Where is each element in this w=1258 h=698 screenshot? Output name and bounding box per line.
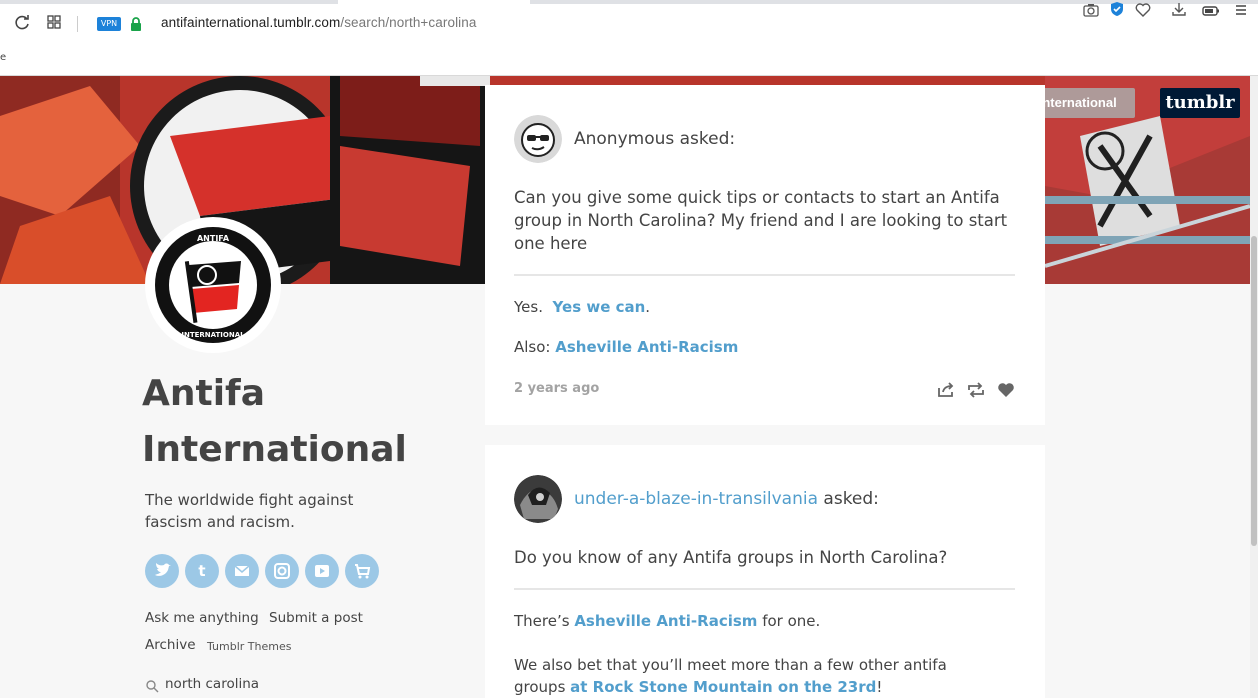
submit-link[interactable]: Submit a post [269,610,363,626]
answer-line: There’s Asheville Anti-Racism for one. [514,610,1019,632]
browser-toolbar: VPN antifainternational.tumblr.com/searc… [0,0,1258,76]
answer-line: We also bet that you’ll meet more than a… [514,654,984,698]
asker-avatar[interactable] [514,475,562,523]
tab-strip [0,0,1258,4]
cart-icon[interactable] [345,554,379,588]
blog-title-line1: Antifa [142,373,265,414]
bookmark-bar-fragment: e [0,52,7,63]
answer-line: Yes. Yes we can. [514,296,1019,318]
asker-row: under-a-blaze-in-transilvania asked: [514,475,1014,523]
archive-link[interactable]: Archive [145,637,196,653]
blog-title[interactable]: Antifa International [142,366,462,478]
page-scrollbar[interactable] [1250,76,1258,698]
post-footer: 2 years ago [514,379,1016,401]
asked-suffix: asked: [679,129,736,149]
menu-icon[interactable] [1230,0,1252,24]
anonymous-avatar [514,115,562,163]
url-path: /search/north+carolina [340,15,477,30]
answer-line: Also: Asheville Anti-Racism [514,336,1019,358]
question-text: Do you know of any Antifa groups in Nort… [514,548,948,567]
vpn-badge[interactable]: VPN [97,17,121,31]
answer-prefix: There’s [514,612,570,630]
tumblr-icon[interactable]: t [185,554,219,588]
like-icon[interactable] [995,379,1017,401]
answer-suffix: . [645,298,651,316]
answer-prefix: Yes. [514,298,543,316]
twitter-icon[interactable] [145,554,179,588]
post-card: under-a-blaze-in-transilvania asked: Do … [485,445,1045,698]
answer-prefix: Also: [514,338,551,356]
asker-name-link[interactable]: under-a-blaze-in-transilvania [574,489,818,509]
question-text: Can you give some quick tips or contacts… [514,188,1008,253]
youtube-icon[interactable] [305,554,339,588]
asker-label: under-a-blaze-in-transilvania asked: [574,489,879,509]
download-icon[interactable] [1168,0,1190,24]
instagram-icon[interactable] [265,554,299,588]
asked-suffix: asked: [823,489,879,509]
divider [514,274,1015,276]
search-icon [145,678,159,693]
tumblr-page: Follow antifainternational tumblr ANTIFA… [0,76,1258,698]
answer-suffix: for one. [762,612,821,630]
camera-icon[interactable] [1080,0,1102,24]
asker-row: Anonymous asked: [514,115,1014,163]
heart-icon[interactable] [1132,0,1154,24]
rock-stone-mountain-link[interactable]: at Rock Stone Mountain on the 23rd [570,678,876,696]
scrollbar-thumb[interactable] [1251,236,1257,546]
asheville-anti-racism-link[interactable]: Asheville Anti-Racism [555,338,738,356]
mail-icon[interactable] [225,554,259,588]
post-card: Anonymous asked: Can you give some quick… [485,85,1045,425]
reblog-icon[interactable] [965,379,987,401]
asker-name: Anonymous [574,129,675,149]
themes-link[interactable]: Tumblr Themes [207,640,291,653]
shield-icon[interactable] [1106,0,1128,24]
blog-title-line2: International [142,429,407,470]
speed-dial-icon[interactable] [44,14,64,34]
lock-icon[interactable] [129,16,143,32]
address-bar[interactable]: antifainternational.tumblr.com/search/no… [161,15,477,30]
asheville-anti-racism-link[interactable]: Asheville Anti-Racism [574,612,757,630]
toolbar-divider [77,16,78,32]
url-host: antifainternational.tumblr.com [161,15,341,30]
share-icon[interactable] [935,379,957,401]
yes-we-can-link[interactable]: Yes we can [553,298,646,316]
blog-description: The worldwide fight against fascism and … [145,491,354,531]
search-input[interactable]: north carolina [165,676,259,692]
tumblr-logo[interactable]: tumblr [1160,88,1240,118]
ask-link[interactable]: Ask me anything [145,610,259,626]
answer-suffix: ! [876,678,883,696]
active-tab[interactable] [338,0,530,4]
battery-icon[interactable] [1200,0,1222,24]
divider [514,588,1015,590]
avatar-ring-top: ANTIFA [197,234,230,243]
avatar-ring-bottom: INTERNATIONAL [181,331,245,339]
blog-avatar[interactable]: ANTIFA INTERNATIONAL [145,217,281,353]
reload-icon[interactable] [12,14,32,34]
post-timestamp[interactable]: 2 years ago [514,381,599,396]
asker-label: Anonymous asked: [574,129,735,149]
